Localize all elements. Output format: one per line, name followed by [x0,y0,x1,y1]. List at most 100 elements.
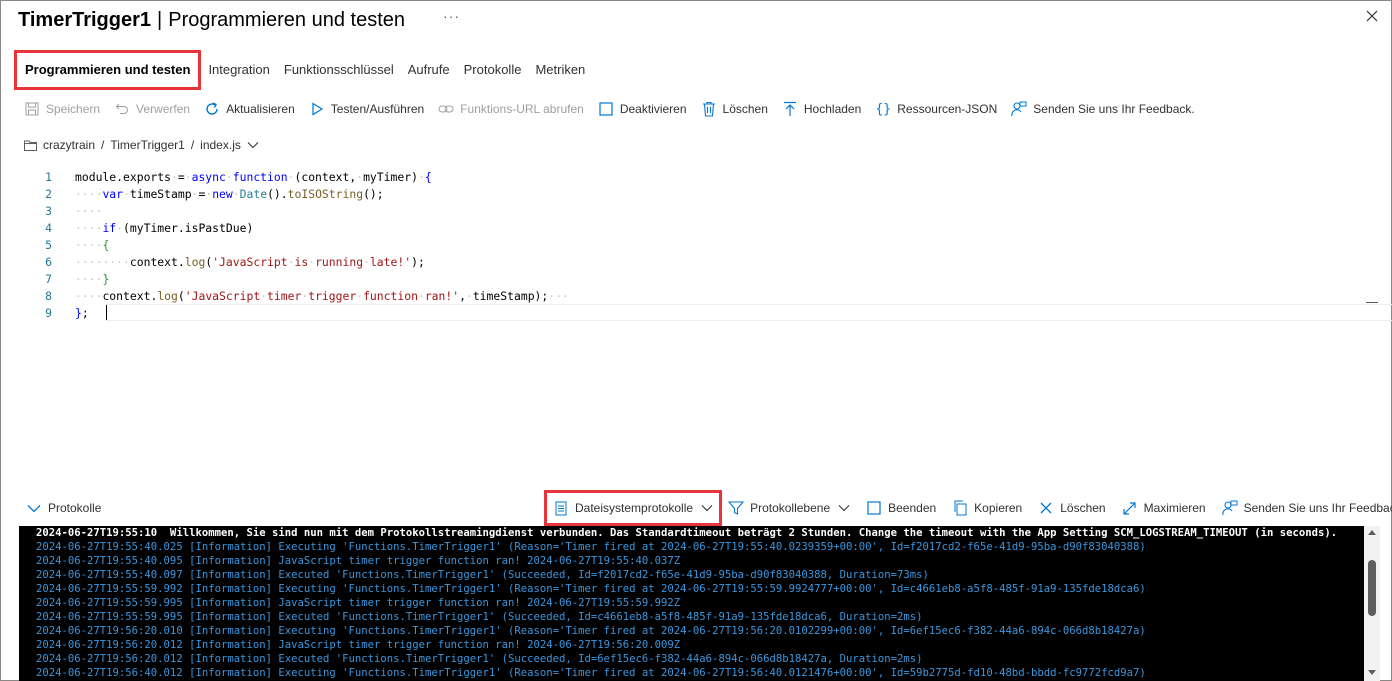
chevron-down-icon [838,504,850,512]
overview-ruler-mark [1366,302,1378,303]
play-icon [309,101,325,117]
tab-function-keys[interactable]: Funktionsschlüssel [277,50,401,90]
code-line: module.exports·=·async·function·(context… [75,170,432,184]
scroll-up-arrow[interactable] [1368,530,1376,535]
tab-integration[interactable]: Integration [201,50,276,90]
copy-icon [952,500,968,516]
discard-button[interactable]: Verwerfen [114,101,190,117]
text-cursor [106,305,107,320]
breadcrumb-app[interactable]: crazytrain [43,138,95,152]
log-console[interactable]: 2024-06-27T19:55:10 Willkommen, Sie sind… [19,526,1377,681]
stop-square-icon [866,500,882,516]
log-line: 2024-06-27T19:55:59.995 [Information] Ex… [36,611,923,623]
tab-code-test[interactable]: Programmieren und testen [14,50,202,90]
clear-logs-button[interactable]: Löschen [1038,500,1106,516]
test-run-button[interactable]: Testen/Ausführen [309,101,424,117]
scroll-down-arrow[interactable] [1368,670,1376,675]
logs-toolbar: Dateisystemprotokolle Protokollebene Bee… [544,490,1392,526]
upload-button[interactable]: Hochladen [782,101,861,117]
code-line: ···· [75,204,103,218]
upload-label: Hochladen [803,102,862,116]
log-line: 2024-06-27T19:56:20.010 [Information] Ex… [36,625,1146,637]
test-run-label: Testen/Ausführen [330,102,425,116]
chevron-down-icon [26,500,42,516]
logs-toggle-label: Protokolle [48,501,102,515]
log-line: 2024-06-27T19:55:10 Willkommen, Sie sind… [36,527,1338,539]
log-source-value: Dateisystemprotokolle [575,501,694,515]
breadcrumb-function[interactable]: TimerTrigger1 [110,138,184,152]
close-icon[interactable] [1362,6,1382,26]
log-line: 2024-06-27T19:55:40.095 [Information] Ja… [36,555,681,567]
refresh-icon [204,101,220,117]
refresh-label: Aktualisieren [226,102,295,116]
line-number: 5 [45,238,52,252]
line-number: 8 [45,289,52,303]
file-breadcrumb: crazytrain / TimerTrigger1 / index.js [24,136,265,154]
tab-bar: Programmieren und testen Integration Fun… [14,50,592,90]
chevron-down-icon [701,504,713,512]
title-bar: TimerTrigger1 | Programmieren und testen [18,6,405,34]
log-source-dropdown[interactable]: Dateisystemprotokolle [544,490,723,526]
copy-button[interactable]: Kopieren [952,500,1022,516]
page-title: TimerTrigger1 [18,8,152,31]
trash-icon [701,101,717,117]
line-number: 2 [45,187,52,201]
line-number: 6 [45,255,52,269]
log-level-label: Protokollebene [750,501,831,515]
undo-icon [114,101,130,117]
scroll-thumb[interactable] [1368,560,1376,616]
save-button[interactable]: Speichern [24,101,100,117]
log-line: 2024-06-27T19:55:40.097 [Information] Ex… [36,569,929,581]
code-line: ····if·(myTimer.isPastDue) [75,221,254,235]
checkbox-icon [598,101,614,117]
refresh-button[interactable]: Aktualisieren [204,101,295,117]
feedback-label: Senden Sie uns Ihr Feedback. [1033,102,1195,116]
delete-button[interactable]: Löschen [701,101,768,117]
save-label: Speichern [46,102,101,116]
expand-icon [1122,500,1138,516]
copy-label: Kopieren [974,501,1023,515]
folder-icon [24,140,37,151]
feedback-person-icon [1221,500,1238,516]
breadcrumb-separator: / [101,138,105,152]
line-number: 4 [45,221,52,235]
stop-button[interactable]: Beenden [866,500,936,516]
tab-logs[interactable]: Protokolle [457,50,529,90]
get-url-label: Funktions-URL abrufen [460,102,584,116]
logs-feedback-button[interactable]: Senden Sie uns Ihr Feedback. [1221,500,1392,516]
filter-icon [728,500,745,516]
code-line: ····var·timeStamp·=·new·Date().toISOStri… [75,187,384,201]
log-line: 2024-06-27T19:56:20.012 [Information] Ex… [36,653,923,665]
file-selector[interactable]: index.js [200,138,241,152]
breadcrumb-separator: / [190,138,195,152]
close-icon [1038,500,1054,516]
code-line: }; [75,306,89,320]
code-line: ········context.log('JavaScript·is·runni… [75,255,425,269]
log-line: 2024-06-27T19:56:40.012 [Information] Ex… [36,667,1146,679]
stop-label: Beenden [888,501,937,515]
log-level-dropdown[interactable]: Protokollebene [728,500,850,516]
current-line-highlight [106,304,1392,321]
resource-json-button[interactable]: {} Ressourcen-JSON [875,101,997,117]
disable-button[interactable]: Deaktivieren [598,101,687,117]
tab-invocations[interactable]: Aufrufe [401,50,457,90]
feedback-button[interactable]: Senden Sie uns Ihr Feedback. [1011,101,1195,117]
tab-metrics[interactable]: Metriken [528,50,592,90]
console-scrollbar[interactable] [1364,526,1380,681]
line-number: 3 [45,204,52,218]
line-number: 9 [45,306,52,320]
code-editor[interactable]: 1 module.exports·=·async·function·(contex… [18,168,1392,321]
log-line: 2024-06-27T19:55:59.992 [Information] Ex… [36,583,1146,595]
get-function-url-button[interactable]: Funktions-URL abrufen [438,101,584,117]
document-icon [553,500,569,516]
more-options-button[interactable]: ··· [443,8,460,24]
feedback-person-icon [1011,101,1027,117]
maximize-button[interactable]: Maximieren [1122,500,1206,516]
title-separator: | [157,8,163,31]
line-number: 7 [45,272,52,286]
line-number: 1 [45,170,52,184]
log-line: 2024-06-27T19:55:40.025 [Information] Ex… [36,541,1146,553]
save-icon [24,101,40,117]
chevron-down-icon[interactable] [247,141,259,149]
logs-panel-toggle[interactable]: Protokolle [26,500,101,516]
